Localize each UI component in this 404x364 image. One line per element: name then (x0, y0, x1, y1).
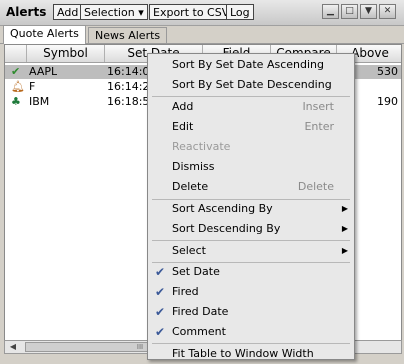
cell-set-date: 16:14:0 (107, 65, 150, 78)
bell-icon: 🔔︎ (11, 80, 25, 93)
cell-symbol: F (29, 80, 36, 93)
close-icon[interactable]: ✕ (379, 4, 396, 19)
menu-select[interactable]: Select ▶ (148, 241, 354, 261)
cell-above: 530 (377, 65, 398, 78)
check-icon: ✔ (155, 325, 166, 339)
header-symbol[interactable]: Symbol (27, 45, 105, 62)
menu-item-label: Fit Table to Window Width (172, 347, 314, 360)
tab-news-alerts[interactable]: News Alerts (88, 27, 168, 43)
context-menu: Sort By Set Date Ascending Sort By Set D… (147, 53, 355, 360)
menu-toggle-set-date[interactable]: ✔ Set Date (148, 262, 354, 282)
menu-sort-set-date-asc[interactable]: Sort By Set Date Ascending (148, 55, 354, 75)
menu-sort-ascending-by[interactable]: Sort Ascending By ▶ (148, 199, 354, 219)
menu-item-label: Edit (172, 120, 194, 133)
menu-dismiss[interactable]: Dismiss (148, 157, 354, 177)
cell-set-date: 16:14:2 (107, 80, 150, 93)
menu-item-label: Sort Descending By (172, 222, 281, 235)
menu-shortcut: Delete (297, 180, 334, 193)
scroll-left-icon[interactable]: ◀ (7, 342, 19, 352)
menu-item-label: Dismiss (172, 160, 215, 173)
header-icon-column[interactable] (5, 45, 27, 62)
menu-item-label: Select (172, 244, 206, 257)
menu-down-icon[interactable]: ▼ (360, 4, 377, 19)
export-csv-button[interactable]: Export to CSV (149, 4, 234, 20)
menu-sort-descending-by[interactable]: Sort Descending By ▶ (148, 219, 354, 239)
menu-add[interactable]: Add Insert (148, 97, 354, 117)
menu-item-label: Comment (172, 325, 226, 338)
menu-item-label: Sort By Set Date Ascending (172, 58, 324, 71)
tab-strip: Quote Alerts News Alerts (0, 25, 404, 44)
cell-above: 190 (377, 95, 398, 108)
menu-fit-table-width[interactable]: Fit Table to Window Width (148, 344, 354, 364)
tab-quote-alerts[interactable]: Quote Alerts (3, 25, 86, 44)
add-button[interactable]: Add (53, 4, 83, 20)
menu-item-label: Set Date (172, 265, 220, 278)
log-button[interactable]: Log (226, 4, 254, 20)
menu-shortcut: Enter (304, 120, 334, 133)
submenu-arrow-icon: ▶ (341, 224, 348, 233)
cell-symbol: AAPL (29, 65, 58, 78)
check-icon: ✔ (155, 285, 166, 299)
menu-toggle-fired-date[interactable]: ✔ Fired Date (148, 302, 354, 322)
menu-sort-set-date-desc[interactable]: Sort By Set Date Descending (148, 75, 354, 95)
checkmark-icon: ✔ (11, 65, 21, 78)
menu-item-label: Sort By Set Date Descending (172, 78, 332, 91)
maximize-icon[interactable]: □ (341, 4, 358, 19)
title-bar: Alerts Add Selection ▾ Export to CSV Log… (0, 0, 404, 26)
menu-item-label: Reactivate (172, 140, 231, 153)
menu-reactivate: Reactivate (148, 137, 354, 157)
selection-dropdown[interactable]: Selection ▾ (80, 4, 148, 20)
menu-shortcut: Insert (302, 100, 334, 113)
menu-item-label: Sort Ascending By (172, 202, 273, 215)
tree-icon: ♣ (11, 95, 21, 108)
menu-delete[interactable]: Delete Delete (148, 177, 354, 197)
menu-toggle-fired[interactable]: ✔ Fired (148, 282, 354, 302)
minimize-icon[interactable]: ▁ (322, 4, 339, 19)
submenu-arrow-icon: ▶ (341, 204, 348, 213)
check-icon: ✔ (155, 305, 166, 319)
menu-item-label: Add (172, 100, 194, 113)
menu-edit[interactable]: Edit Enter (148, 117, 354, 137)
menu-toggle-comment[interactable]: ✔ Comment (148, 322, 354, 342)
window-title: Alerts (6, 5, 47, 19)
check-icon: ✔ (155, 265, 166, 279)
menu-item-label: Delete (172, 180, 209, 193)
menu-item-label: Fired Date (172, 305, 229, 318)
submenu-arrow-icon: ▶ (341, 246, 348, 255)
cell-set-date: 16:18:5 (107, 95, 150, 108)
cell-symbol: IBM (29, 95, 50, 108)
menu-item-label: Fired (172, 285, 199, 298)
